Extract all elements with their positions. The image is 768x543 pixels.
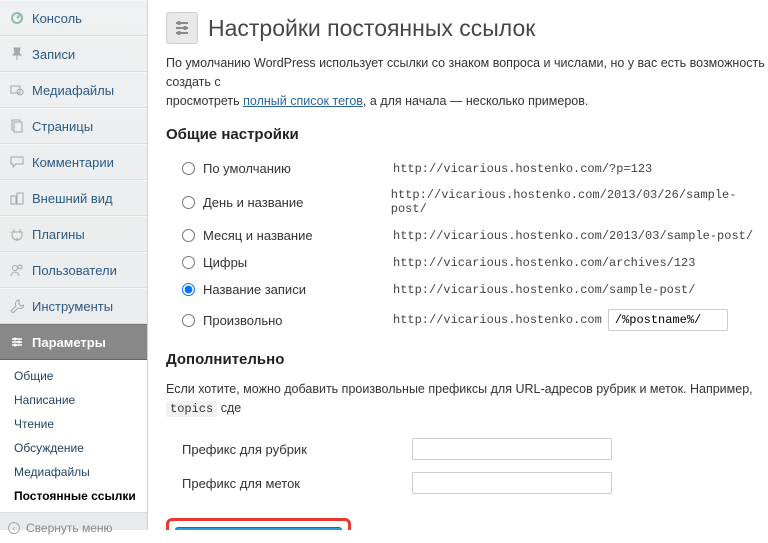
permalink-radio[interactable] (182, 162, 195, 175)
submenu-general[interactable]: Общие (0, 364, 147, 388)
permalink-radio[interactable] (182, 256, 195, 269)
menu-label: Консоль (32, 11, 82, 26)
menu-label: Страницы (32, 119, 93, 134)
settings-submenu: Общие Написание Чтение Обсуждение Медиаф… (0, 360, 147, 512)
menu-settings[interactable]: Параметры (0, 324, 147, 360)
menu-label: Внешний вид (32, 191, 113, 206)
menu-tools[interactable]: Инструменты (0, 288, 147, 324)
menu-label: Инструменты (32, 299, 113, 314)
settings-icon (8, 333, 26, 351)
menu-label: Пользователи (32, 263, 117, 278)
permalink-option-row: Название записиhttp://vicarious.hostenko… (166, 276, 768, 303)
permalink-header-icon (166, 12, 198, 44)
permalink-example-url: http://vicarious.hostenko.com/archives/1… (393, 256, 695, 270)
permalink-radio[interactable] (182, 314, 195, 327)
page-description: По умолчанию WordPress использует ссылки… (166, 54, 768, 110)
collapse-menu[interactable]: ‹ Свернуть меню (0, 512, 147, 543)
category-prefix-input[interactable] (412, 438, 612, 460)
tools-icon (8, 297, 26, 315)
page-title: Настройки постоянных ссылок (208, 15, 535, 42)
submenu-discussion[interactable]: Обсуждение (0, 436, 147, 460)
plugins-icon (8, 225, 26, 243)
section-common-heading: Общие настройки (166, 126, 768, 143)
collapse-label: Свернуть меню (26, 521, 113, 535)
custom-permalink-input[interactable] (608, 309, 728, 331)
permalink-radio[interactable] (182, 229, 195, 242)
permalink-example-url: http://vicarious.hostenko.com/sample-pos… (393, 283, 695, 297)
comments-icon (8, 153, 26, 171)
example-code: topics (166, 401, 217, 417)
appearance-icon (8, 189, 26, 207)
permalink-option-row: Месяц и названиеhttp://vicarious.hostenk… (166, 222, 768, 249)
dashboard-icon (8, 9, 26, 27)
permalink-example-url: http://vicarious.hostenko.com (393, 313, 602, 327)
submenu-media[interactable]: Медиафайлы (0, 460, 147, 484)
menu-label: Медиафайлы (32, 83, 114, 98)
menu-comments[interactable]: Комментарии (0, 144, 147, 180)
collapse-icon: ‹ (8, 522, 20, 534)
permalink-option-row: Произвольноhttp://vicarious.hostenko.com (166, 303, 768, 337)
menu-label: Комментарии (32, 155, 114, 170)
users-icon (8, 261, 26, 279)
extra-description: Если хотите, можно добавить произвольные… (166, 380, 768, 418)
pages-icon (8, 117, 26, 135)
admin-sidebar: Консоль Записи Медиафайлы Страницы Комме… (0, 0, 148, 530)
main-content: Настройки постоянных ссылок По умолчанию… (148, 0, 768, 530)
permalink-option-label: Цифры (203, 255, 393, 270)
submenu-permalinks[interactable]: Постоянные ссылки (0, 484, 147, 508)
page-header: Настройки постоянных ссылок (166, 12, 768, 44)
permalink-option-label: Месяц и название (203, 228, 393, 243)
tags-link[interactable]: полный список тегов (243, 94, 363, 108)
submit-highlight: Сохранить изменения (166, 518, 351, 530)
category-prefix-label: Префикс для рубрик (182, 442, 412, 457)
menu-label: Параметры (32, 335, 106, 350)
main-menu: Консоль Записи Медиафайлы Страницы Комме… (0, 0, 147, 360)
menu-users[interactable]: Пользователи (0, 252, 147, 288)
permalink-option-label: Название записи (203, 282, 393, 297)
section-extra-heading: Дополнительно (166, 351, 768, 368)
tag-prefix-label: Префикс для меток (182, 476, 412, 491)
permalink-example-url: http://vicarious.hostenko.com/2013/03/sa… (393, 229, 753, 243)
menu-dashboard[interactable]: Консоль (0, 0, 147, 36)
menu-posts[interactable]: Записи (0, 36, 147, 72)
submenu-reading[interactable]: Чтение (0, 412, 147, 436)
menu-label: Плагины (32, 227, 85, 242)
pin-icon (8, 45, 26, 63)
tag-prefix-input[interactable] (412, 472, 612, 494)
permalink-option-label: По умолчанию (203, 161, 393, 176)
menu-appearance[interactable]: Внешний вид (0, 180, 147, 216)
permalink-option-label: День и название (203, 195, 391, 210)
submenu-writing[interactable]: Написание (0, 388, 147, 412)
permalink-radio[interactable] (182, 196, 195, 209)
menu-media[interactable]: Медиафайлы (0, 72, 147, 108)
permalink-option-label: Произвольно (203, 313, 393, 328)
menu-plugins[interactable]: Плагины (0, 216, 147, 252)
media-icon (8, 81, 26, 99)
permalink-example-url: http://vicarious.hostenko.com/?p=123 (393, 162, 652, 176)
permalink-option-row: День и названиеhttp://vicarious.hostenko… (166, 182, 768, 222)
menu-label: Записи (32, 47, 75, 62)
permalink-example-url: http://vicarious.hostenko.com/2013/03/26… (391, 188, 768, 216)
permalink-option-row: По умолчаниюhttp://vicarious.hostenko.co… (166, 155, 768, 182)
menu-pages[interactable]: Страницы (0, 108, 147, 144)
permalink-radio[interactable] (182, 283, 195, 296)
permalink-option-row: Цифрыhttp://vicarious.hostenko.com/archi… (166, 249, 768, 276)
